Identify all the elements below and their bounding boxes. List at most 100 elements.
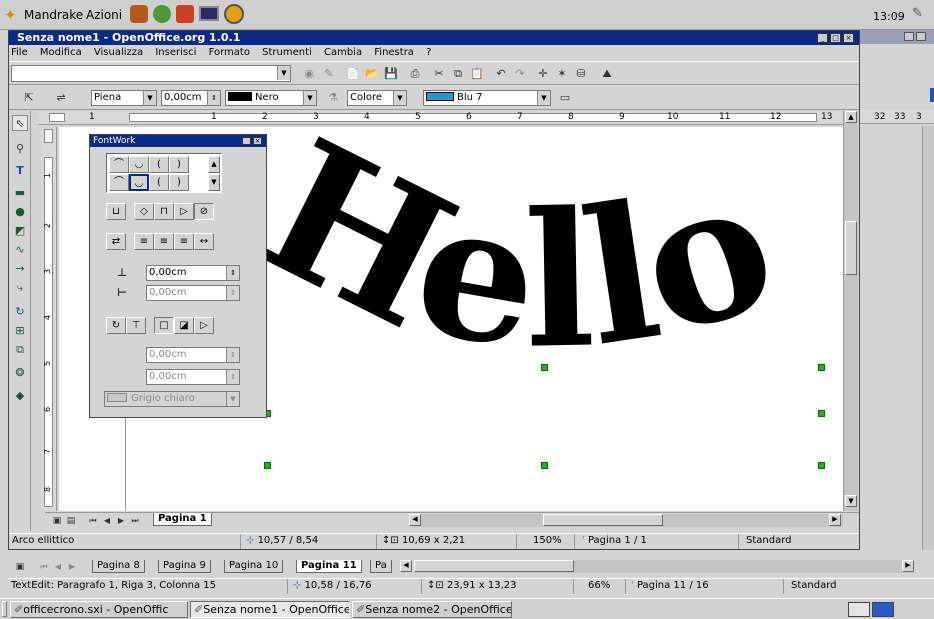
gallery-icon[interactable]: ✶ xyxy=(554,66,570,82)
slant-horizontal-icon[interactable]: ▷ xyxy=(174,203,194,220)
menu-tools[interactable]: Strumenti xyxy=(262,47,312,58)
menu-help[interactable]: ? xyxy=(426,47,431,58)
navigator-icon[interactable]: ✛ xyxy=(535,66,551,82)
spin-arrows-icon[interactable]: ⇕ xyxy=(226,286,239,300)
scroll-right-button[interactable]: ▶ xyxy=(902,560,914,572)
lines-arrows-icon[interactable]: → xyxy=(12,261,28,277)
line-color-select[interactable]: Nero ▼ xyxy=(225,90,317,106)
menu-view[interactable]: Visualizza xyxy=(94,47,143,58)
close-button[interactable]: × xyxy=(843,33,854,43)
scroll-left-button[interactable]: ◀ xyxy=(409,514,421,526)
selection-handle[interactable] xyxy=(541,462,548,469)
data-sources-icon[interactable]: ⛁ xyxy=(573,66,589,82)
style-off-icon[interactable]: ⊔ xyxy=(106,203,126,220)
autosize-icon[interactable]: ↔ xyxy=(194,233,214,250)
area-icon[interactable]: ⚗ xyxy=(325,90,341,106)
curve-icon[interactable]: ∿ xyxy=(12,242,28,258)
print-icon[interactable]: ⎙ xyxy=(407,66,423,82)
spin-arrows-icon[interactable]: ⇕ xyxy=(226,348,239,362)
chevron-down-icon[interactable]: ▼ xyxy=(537,91,550,105)
area-style-select[interactable]: Colore ▼ xyxy=(347,90,407,106)
vertical-scrollbar[interactable]: ▲ ▼ xyxy=(843,111,858,511)
next-page-icon[interactable]: ▶ xyxy=(64,559,80,575)
scroll-thumb[interactable] xyxy=(845,221,857,275)
chevron-down-icon[interactable]: ▼ xyxy=(143,91,156,105)
insert-icon[interactable]: ❂ xyxy=(12,365,28,381)
chevron-down-icon[interactable]: ▼ xyxy=(226,392,239,406)
align-center-icon[interactable]: ≡ xyxy=(154,233,174,250)
menu-insert[interactable]: Inserisci xyxy=(155,47,196,58)
copy-icon[interactable]: ⧉ xyxy=(450,66,466,82)
arrow-icon[interactable]: ⇱ xyxy=(21,90,37,106)
arc-left-icon[interactable]: ( xyxy=(149,156,169,173)
area-color-select[interactable]: Blu 7 ▼ xyxy=(423,90,551,106)
undo-icon[interactable]: ↶ xyxy=(493,66,509,82)
scroll-down-button[interactable]: ▼ xyxy=(845,495,857,507)
open-circle-down-icon[interactable]: ◡ xyxy=(129,174,149,191)
rotate-icon[interactable]: ↻ xyxy=(12,304,28,320)
palette-scroll-up[interactable]: ▲ xyxy=(208,156,220,173)
arc-down-icon[interactable]: ◡ xyxy=(129,156,149,173)
back-horizontal-scrollbar[interactable]: ▶ xyxy=(414,560,914,573)
orientation-icon[interactable]: ⇄ xyxy=(106,233,126,250)
indent-spinner[interactable]: 0,00cm ⇕ xyxy=(146,285,240,301)
tab-pagina-1[interactable]: Pagina 1 xyxy=(153,513,212,526)
connector-icon[interactable]: ⤷ xyxy=(12,280,28,296)
shadow-icon[interactable]: ▭ xyxy=(557,90,573,106)
launcher-icon[interactable] xyxy=(199,6,219,21)
status-zoom[interactable]: 66% xyxy=(578,579,626,594)
taskbar-item-active[interactable]: ✐Senza nome1 - OpenOffice xyxy=(190,601,350,618)
launcher-icon[interactable] xyxy=(176,5,194,23)
line-width-spinner[interactable]: 0,00cm ⇕ xyxy=(161,90,221,106)
3d-effects-icon[interactable]: ◆ xyxy=(12,388,28,404)
select-arrow-icon[interactable]: ⇖ xyxy=(12,115,28,131)
taskbar-handle[interactable] xyxy=(2,601,7,617)
upright-style-icon[interactable]: ⊓ xyxy=(154,203,174,220)
menu-edit[interactable]: Modifica xyxy=(40,47,82,58)
arc-right-icon[interactable]: ) xyxy=(169,156,189,173)
stop-icon[interactable]: ◉ xyxy=(301,66,317,82)
desktop-pager-2[interactable] xyxy=(872,602,894,617)
rectangle-icon[interactable]: ▬ xyxy=(12,185,28,201)
fontwork-title-bar[interactable]: FontWork × xyxy=(90,135,266,147)
shadow-y-spinner[interactable]: 0,00cm ⇕ xyxy=(146,369,240,385)
tab-pagina-10[interactable]: Pagina 10 xyxy=(224,560,284,573)
tab-pagina-8[interactable]: Pagina 8 xyxy=(92,560,145,573)
menu-file[interactable]: File xyxy=(11,47,28,58)
open-folder-icon[interactable]: 📂 xyxy=(364,66,380,82)
align-right-icon[interactable]: ≡ xyxy=(174,233,194,250)
ellipse-icon[interactable]: ● xyxy=(12,204,28,220)
zoom-icon[interactable]: ⚲ xyxy=(12,141,28,157)
shadow-color-select[interactable]: Grigio chiaro ▼ xyxy=(104,391,240,407)
vertical-shadow-icon[interactable]: ◪ xyxy=(174,317,194,334)
cut-icon[interactable]: ✂ xyxy=(431,66,447,82)
contour-icon[interactable]: ↻ xyxy=(106,317,126,334)
selection-handle[interactable] xyxy=(818,462,825,469)
chevron-down-icon[interactable]: ▼ xyxy=(303,91,316,105)
shadow-x-spinner[interactable]: 0,00cm ⇕ xyxy=(146,347,240,363)
selection-handle[interactable] xyxy=(264,462,271,469)
save-icon[interactable]: 💾 xyxy=(383,66,399,82)
open-circle-left-icon[interactable]: ( xyxy=(149,174,169,191)
slant-shadow-icon[interactable]: ▷ xyxy=(194,317,214,334)
open-circle-up-icon[interactable]: ⌒ xyxy=(109,174,129,191)
actions-menu[interactable]: Azioni xyxy=(86,8,122,22)
no-shadow-icon[interactable]: □ xyxy=(154,317,174,334)
clipboard-icon[interactable]: ✎ xyxy=(912,6,923,21)
menu-format[interactable]: Formato xyxy=(209,47,250,58)
scroll-thumb[interactable] xyxy=(543,514,663,526)
rotate-style-icon[interactable]: ◇ xyxy=(134,203,154,220)
taskbar-item[interactable]: ✐officecrono.sxi - OpenOffic xyxy=(10,601,188,618)
last-page-icon[interactable]: ⏭ xyxy=(127,513,143,529)
arc-up-icon[interactable]: ⌒ xyxy=(109,156,129,173)
spin-arrows-icon[interactable]: ⇕ xyxy=(207,91,220,105)
scroll-thumb[interactable] xyxy=(414,560,574,572)
chevron-down-icon[interactable]: ▼ xyxy=(393,91,406,105)
scroll-left-button[interactable]: ◀ xyxy=(400,560,412,572)
drawing-view-icon[interactable]: ▣ xyxy=(12,559,28,575)
url-field[interactable]: ▼ xyxy=(11,65,291,82)
line-icon[interactable]: ⇌ xyxy=(53,90,69,106)
tab-pagina-12[interactable]: Pa xyxy=(370,560,392,573)
alignment-icon[interactable]: ⊞ xyxy=(12,323,28,339)
paste-icon[interactable]: 📋 xyxy=(469,66,485,82)
